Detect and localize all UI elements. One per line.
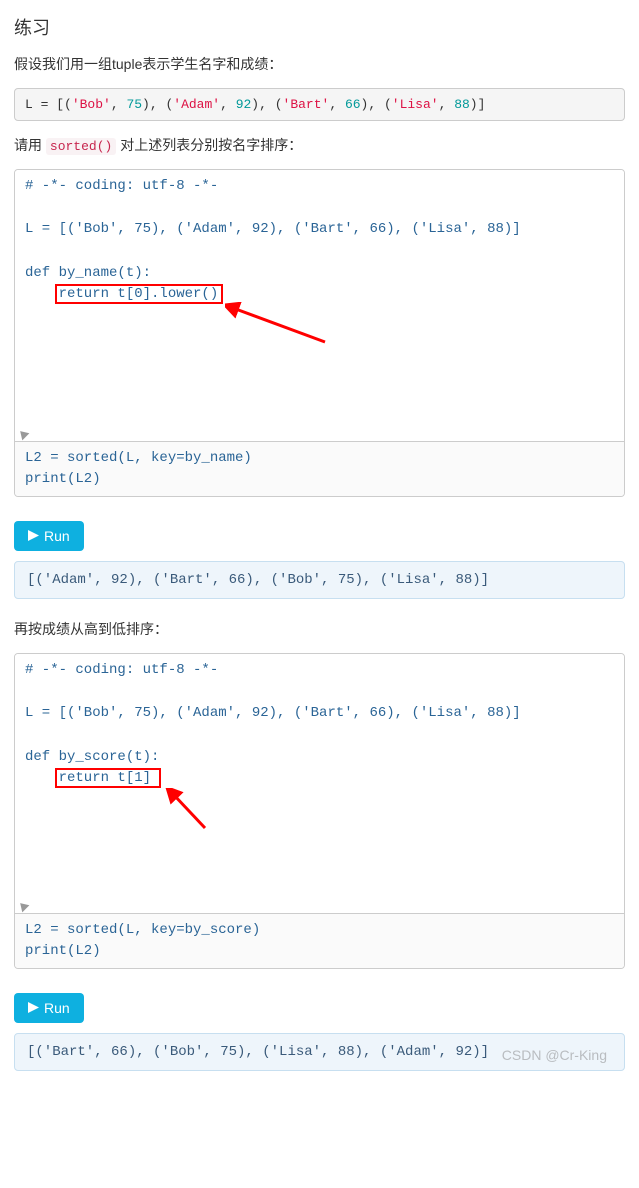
scroll-indicator-icon xyxy=(17,900,30,913)
sample-data-code: L = [('Bob', 75), ('Adam', 92), ('Bart',… xyxy=(14,88,625,121)
run-button-2[interactable]: Run xyxy=(14,993,84,1023)
highlight-box-1 xyxy=(55,284,223,304)
intro-text-1: 假设我们用一组tuple表示学生名字和成绩： xyxy=(14,54,625,74)
arrow-icon xyxy=(225,302,335,352)
editor-bottom-2: L2 = sorted(L, key=by_score) print(L2) xyxy=(15,914,624,968)
output-2: [('Bart', 66), ('Bob', 75), ('Lisa', 88)… xyxy=(14,1033,625,1071)
run-button-1[interactable]: Run xyxy=(14,521,84,551)
code-editor-1[interactable]: # -*- coding: utf-8 -*- L = [('Bob', 75)… xyxy=(14,169,625,497)
highlight-box-2 xyxy=(55,768,161,788)
text-span: 对上述列表分别按名字排序： xyxy=(116,137,302,153)
code-editor-2[interactable]: # -*- coding: utf-8 -*- L = [('Bob', 75)… xyxy=(14,653,625,969)
play-icon xyxy=(28,528,39,544)
editor-bottom-1: L2 = sorted(L, key=by_name) print(L2) xyxy=(15,442,624,496)
run-button-label: Run xyxy=(44,1000,70,1016)
editor-top-2[interactable]: # -*- coding: utf-8 -*- L = [('Bob', 75)… xyxy=(15,654,624,914)
intro-text-3: 再按成绩从高到低排序： xyxy=(14,619,625,639)
section-title: 练习 xyxy=(14,14,625,40)
scroll-indicator-icon xyxy=(17,428,30,441)
text-span: 请用 xyxy=(14,137,46,153)
intro-text-2: 请用 sorted() 对上述列表分别按名字排序： xyxy=(14,135,625,155)
run-button-label: Run xyxy=(44,528,70,544)
arrow-icon xyxy=(165,788,225,838)
output-1: [('Adam', 92), ('Bart', 66), ('Bob', 75)… xyxy=(14,561,625,599)
inline-code-sorted: sorted() xyxy=(46,138,116,155)
play-icon xyxy=(28,1000,39,1016)
editor-top-1[interactable]: # -*- coding: utf-8 -*- L = [('Bob', 75)… xyxy=(15,170,624,442)
